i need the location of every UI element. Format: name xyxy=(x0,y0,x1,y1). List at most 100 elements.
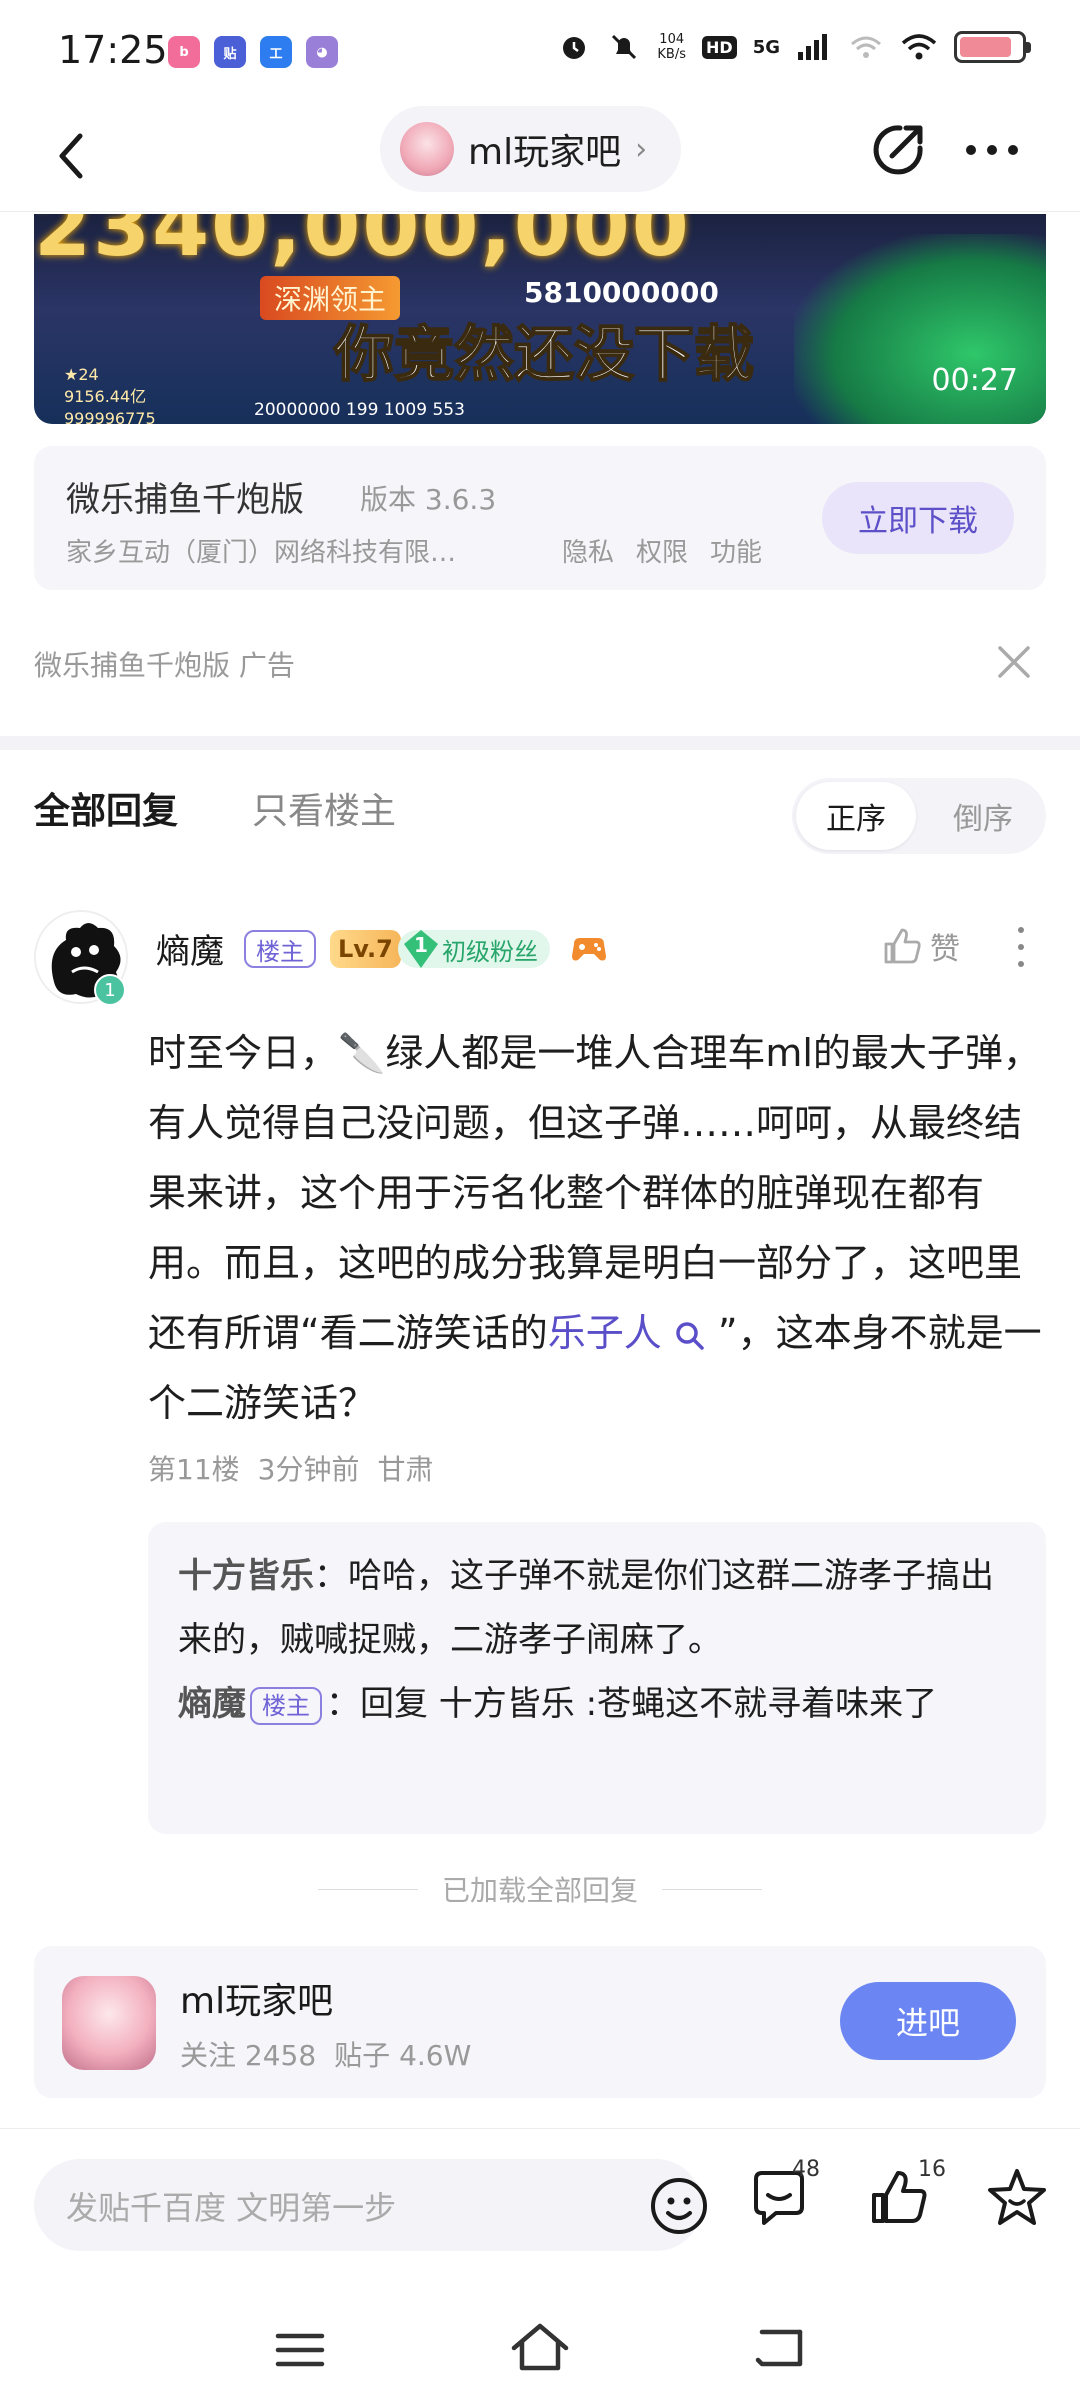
forum-posts: 贴子 4.6W xyxy=(334,2039,472,2072)
like-label: 赞 xyxy=(930,932,960,967)
sub-replies[interactable]: 十方皆乐：哈哈，这子弹不就是你们这群二游孝子搞出来的，贼喊捉贼，二游孝子闹麻了。… xyxy=(148,1522,1046,1834)
ad-app-card[interactable]: 微乐捕鱼千炮版 版本 3.6.3 家乡互动（厦门）网络科技有限… 隐私 权限 功… xyxy=(34,446,1046,590)
level-badge: Lv.7 xyxy=(330,930,401,968)
home-icon[interactable] xyxy=(508,2318,572,2378)
post-meta: 第11楼 3分钟前 甘肃 xyxy=(148,1448,433,1488)
divider-line xyxy=(662,1888,762,1890)
op-badge: 楼主 xyxy=(244,930,316,968)
reply-input[interactable]: 发贴千百度 文明第一步 xyxy=(34,2159,707,2251)
divider-line xyxy=(317,1888,418,1890)
wifi-icon-secondary xyxy=(851,36,881,58)
forum-followers: 关注 2458 xyxy=(180,2039,317,2072)
alarm-icon xyxy=(563,37,586,59)
status-app-icons: b 贴 工 ◕ xyxy=(168,36,338,68)
sort-ascending-button[interactable]: 正序 xyxy=(796,782,916,850)
topic-link[interactable]: 乐子人 xyxy=(548,1311,662,1355)
sub-reply-text: 回复 十方皆乐 :苍蝇这不就寻着味来了 xyxy=(360,1684,938,1724)
menu-icon[interactable] xyxy=(270,2320,330,2380)
ad-label: 微乐捕鱼千炮版 广告 xyxy=(34,649,295,682)
star-icon[interactable] xyxy=(984,2165,1050,2231)
tab-all-replies[interactable]: 全部回复 xyxy=(34,782,178,834)
status-time: 17:25 xyxy=(58,28,168,72)
reply-input-placeholder: 发贴千百度 文明第一步 xyxy=(66,2189,397,2227)
more-dot xyxy=(1018,943,1024,950)
tool-app-icon: 工 xyxy=(260,36,292,68)
video-duration: 00:27 xyxy=(931,363,1018,398)
ad-stats: ★24 9156.44亿 999996775 xyxy=(64,365,156,424)
post-more-button[interactable] xyxy=(1006,922,1036,972)
ad-links: 隐私 权限 功能 xyxy=(562,532,762,569)
post-body: 时至今日，🔪绿人都是一堆人合理车ml的最大子弹，有人觉得自己没问题，但这子弹……… xyxy=(148,1018,1048,1438)
ad-close-button[interactable] xyxy=(992,640,1036,684)
avatar-app-icon: ◕ xyxy=(306,36,338,68)
forum-card-avatar xyxy=(62,1976,156,2070)
emoji-icon[interactable] xyxy=(648,2175,710,2237)
back-nav-icon[interactable] xyxy=(750,2318,810,2378)
ad-bottom-stats: 20000000 199 1009 553 xyxy=(254,400,465,420)
fan-label: 初级粉丝 xyxy=(442,937,538,966)
net-speed: 104 KB/s xyxy=(657,32,687,62)
ad-number: 5810000000 xyxy=(524,276,719,309)
ad-video[interactable]: 2340,000,000 深渊领主 5810000000 你竟然还没下载 ★24… xyxy=(34,214,1046,424)
more-dots-icon xyxy=(966,145,1018,155)
more-options-button[interactable] xyxy=(960,118,1024,182)
thumbs-up-icon xyxy=(884,928,921,964)
signal-bars-icon xyxy=(798,34,827,60)
sub-reply-author[interactable]: 熵魔 xyxy=(178,1684,246,1724)
download-button[interactable]: 立即下载 xyxy=(822,482,1014,554)
sub-reply[interactable]: 十方皆乐：哈哈，这子弹不就是你们这群二游孝子搞出来的，贼喊捉贼，二游孝子闹麻了。 xyxy=(178,1544,1016,1672)
forum-card-name: ml玩家吧 xyxy=(180,1981,334,2022)
forum-card[interactable]: ml玩家吧 关注 2458 贴子 4.6W 进吧 xyxy=(34,1946,1046,2098)
ad-company: 家乡互动（厦门）网络科技有限… xyxy=(66,538,457,568)
comment-count: 48 xyxy=(792,2157,820,2182)
floor-number: 第11楼 xyxy=(148,1453,240,1486)
tieba-icon: 贴 xyxy=(214,36,246,68)
more-dot xyxy=(1018,927,1024,934)
sub-reply-separator: ： xyxy=(326,1684,360,1724)
section-divider xyxy=(0,736,1080,750)
top-header: ml玩家吧 › xyxy=(0,100,1080,212)
loaded-all-indicator: 已加载全部回复 xyxy=(0,1864,1080,1914)
back-arrow-icon xyxy=(59,133,83,179)
post-like-button[interactable]: 赞 xyxy=(880,924,960,968)
post-location: 甘肃 xyxy=(377,1453,434,1486)
op-badge: 楼主 xyxy=(250,1686,322,1725)
status-bar: 17:25 b 贴 工 ◕ 104 KB/s HD 5G xyxy=(0,0,1080,100)
ad-feature-link[interactable]: 功能 xyxy=(710,532,762,569)
sub-reply-author[interactable]: 十方皆乐 xyxy=(178,1556,314,1596)
chevron-right-icon: › xyxy=(635,131,648,167)
sub-reply[interactable]: 熵魔 楼主 ：回复 十方皆乐 :苍蝇这不就寻着味来了 xyxy=(178,1672,1016,1736)
fan-level: 1 xyxy=(414,933,428,957)
search-icon[interactable] xyxy=(674,1320,706,1352)
bottom-action-bar: 发贴千百度 文明第一步 48 16 xyxy=(0,2128,1080,2278)
loaded-all-text: 已加载全部回复 xyxy=(441,1874,638,1907)
hd-badge: HD xyxy=(702,35,737,59)
share-icon xyxy=(873,125,923,175)
forum-pill-button[interactable]: ml玩家吧 › xyxy=(380,106,682,192)
back-button[interactable] xyxy=(40,124,104,188)
ad-app-name: 微乐捕鱼千炮版 xyxy=(66,480,304,520)
gamepad-badge-icon xyxy=(572,938,606,961)
battery-icon xyxy=(954,31,1031,63)
avatar-level-badge: 1 xyxy=(94,974,126,1006)
share-button[interactable] xyxy=(866,118,930,182)
replies-header: 全部回复 只看楼主 正序 倒序 xyxy=(0,760,1080,860)
mute-bell-icon xyxy=(612,34,637,60)
enter-forum-button[interactable]: 进吧 xyxy=(840,1982,1016,2060)
wifi-icon xyxy=(901,34,937,60)
close-icon xyxy=(998,646,1030,678)
ad-privacy-link[interactable]: 隐私 xyxy=(562,532,614,569)
post-author[interactable]: 熵魔 xyxy=(156,924,224,973)
ad-headline: 你竟然还没下载 xyxy=(333,319,755,391)
post-time: 3分钟前 xyxy=(257,1453,360,1486)
ad-permission-link[interactable]: 权限 xyxy=(636,532,688,569)
sort-descending-button[interactable]: 倒序 xyxy=(928,782,1038,850)
sort-toggle: 正序 倒序 xyxy=(792,778,1046,854)
ad-app-version: 版本 3.6.3 xyxy=(360,483,497,516)
system-navigation-bar xyxy=(0,2290,1080,2400)
tab-op-only[interactable]: 只看楼主 xyxy=(252,782,396,834)
sub-reply-separator: ： xyxy=(314,1556,348,1596)
network-5g: 5G xyxy=(752,36,780,58)
status-indicators: 104 KB/s HD 5G xyxy=(557,30,1031,64)
ad-footer: 微乐捕鱼千炮版 广告 xyxy=(34,640,1046,684)
